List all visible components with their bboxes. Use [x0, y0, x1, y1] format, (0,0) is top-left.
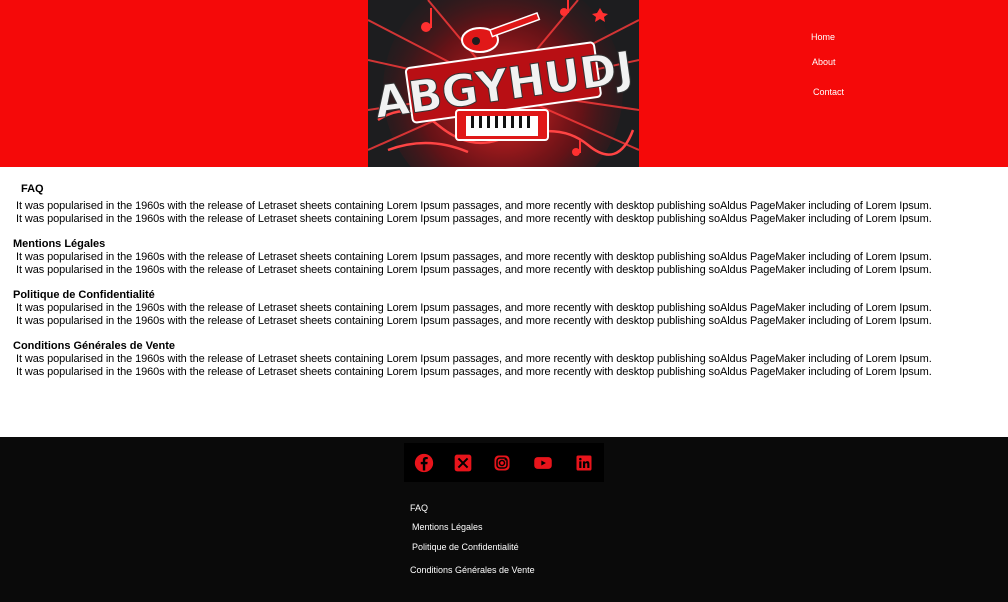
section-text-line: It was popularised in the 1960s with the…: [16, 200, 932, 212]
nav-contact[interactable]: Contact: [813, 87, 844, 97]
section-text-line: It was popularised in the 1960s with the…: [16, 213, 932, 225]
section-title: FAQ: [21, 183, 44, 195]
section-text-line: It was popularised in the 1960s with the…: [16, 315, 932, 327]
footer-link-politique-confidentialite[interactable]: Politique de Confidentialité: [412, 542, 519, 552]
social-bar: [404, 443, 604, 482]
nav-about[interactable]: About: [812, 57, 836, 67]
linkedin-icon[interactable]: [574, 453, 594, 473]
section-text-line: It was popularised in the 1960s with the…: [16, 251, 932, 263]
facebook-icon[interactable]: [414, 453, 434, 473]
site-header: ABGYHUDJ Home About Contact: [0, 0, 1008, 167]
section-text-line: It was popularised in the 1960s with the…: [16, 264, 932, 276]
instagram-icon[interactable]: [492, 453, 512, 473]
x-icon[interactable]: [453, 453, 473, 473]
section-title: Mentions Légales: [13, 238, 106, 250]
footer-link-faq[interactable]: FAQ: [410, 503, 428, 513]
site-logo[interactable]: ABGYHUDJ: [368, 0, 639, 167]
main-content: FAQ It was popularised in the 1960s with…: [0, 167, 1008, 437]
section-text-line: It was popularised in the 1960s with the…: [16, 353, 932, 365]
section-text-line: It was popularised in the 1960s with the…: [16, 366, 932, 378]
section-text-line: It was popularised in the 1960s with the…: [16, 302, 932, 314]
section-title: Politique de Confidentialité: [13, 289, 155, 301]
footer-link-conditions-generales[interactable]: Conditions Générales de Vente: [410, 565, 535, 575]
section-title: Conditions Générales de Vente: [13, 340, 175, 352]
footer-link-mentions-legales[interactable]: Mentions Légales: [412, 522, 483, 532]
site-footer: FAQ Mentions Légales Politique de Confid…: [0, 437, 1008, 602]
nav-home[interactable]: Home: [811, 32, 835, 42]
youtube-icon[interactable]: [533, 453, 553, 473]
